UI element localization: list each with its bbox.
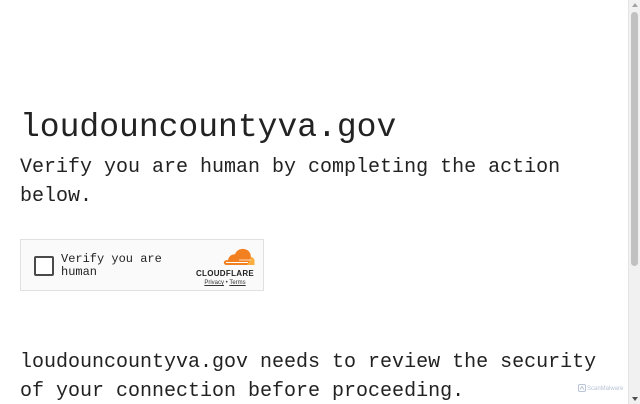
watermark-text: ScanMalware <box>587 386 624 392</box>
cloudflare-wordmark: CLOUDFLARE <box>195 269 255 278</box>
cloudflare-brand: CLOUDFLARE Privacy • Terms <box>191 248 259 286</box>
page-title: loudouncountyva.gov <box>20 109 397 146</box>
security-review-text: loudouncountyva.gov needs to review the … <box>20 351 597 403</box>
vertical-scrollbar[interactable] <box>628 0 640 404</box>
privacy-link[interactable]: Privacy <box>204 280 224 286</box>
verify-checkbox-label[interactable]: Verify you are human <box>61 253 181 279</box>
scroll-up-arrow-icon[interactable] <box>632 3 638 7</box>
scroll-down-arrow-icon[interactable] <box>632 397 638 401</box>
widget-links: Privacy • Terms <box>191 280 259 287</box>
link-separator: • <box>225 280 228 286</box>
challenge-page: loudouncountyva.gov Verify you are human… <box>0 0 628 404</box>
verify-checkbox[interactable] <box>34 256 54 276</box>
scroll-thumb[interactable] <box>631 12 638 266</box>
scanmalware-watermark: ScanMalware <box>578 384 634 394</box>
cloudflare-cloud-icon <box>223 248 255 265</box>
terms-link[interactable]: Terms <box>229 280 245 286</box>
verify-instruction: Verify you are human by completing the a… <box>20 156 561 208</box>
turnstile-widget: Verify you are human CLOUDFLARE Privacy … <box>20 239 264 291</box>
scanmalware-logo-icon <box>578 384 586 393</box>
